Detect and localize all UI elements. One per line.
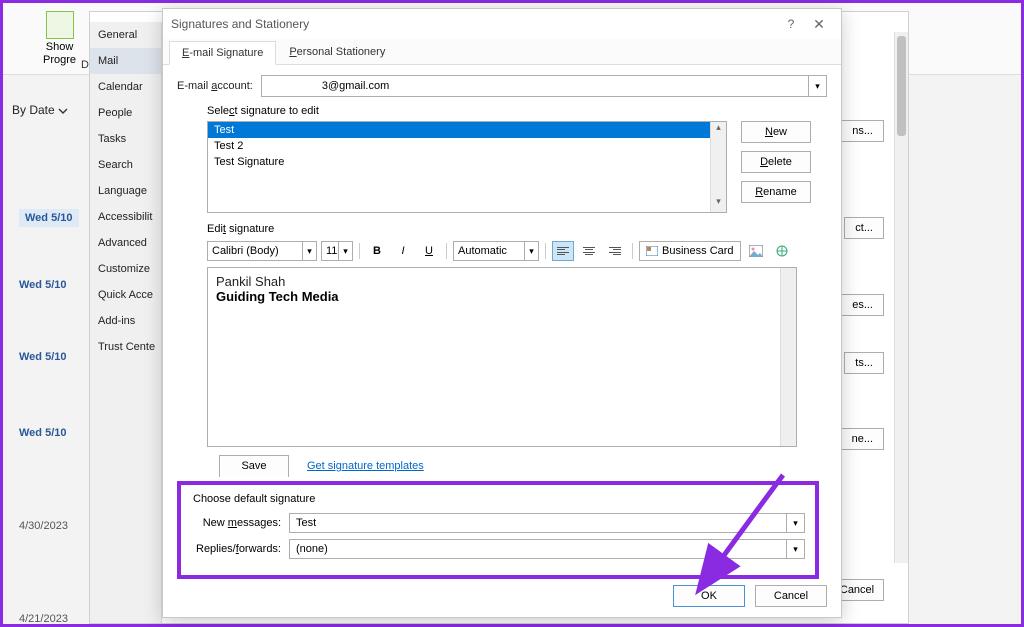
- select-signature-label: Select signature to edit: [207, 105, 827, 117]
- editor-line-2: Guiding Tech Media: [216, 289, 788, 304]
- mail-date-1[interactable]: Wed 5/10: [19, 209, 79, 227]
- delete-signature-button[interactable]: Delete: [741, 151, 811, 173]
- opt-customize[interactable]: Customize: [90, 256, 161, 282]
- edit-signature-label: Edit signature: [207, 223, 827, 235]
- opt-quick-access[interactable]: Quick Acce: [90, 282, 161, 308]
- underline-button[interactable]: U: [418, 241, 440, 261]
- new-messages-label: New messages:: [193, 517, 289, 529]
- globe-link-icon: [775, 244, 789, 258]
- opt-general[interactable]: General: [90, 22, 161, 48]
- dialog-title: Signatures and Stationery: [171, 17, 777, 31]
- new-messages-select[interactable]: Test ▾: [289, 513, 805, 533]
- insert-hyperlink-button[interactable]: [771, 241, 793, 261]
- align-center-button[interactable]: [578, 241, 600, 261]
- dialog-footer: OK Cancel: [673, 585, 827, 607]
- mail-date-gray2[interactable]: 4/21/2023: [19, 613, 68, 625]
- side-btn-5[interactable]: ne...: [841, 428, 884, 450]
- options-scrollbar[interactable]: [894, 32, 908, 563]
- dialog-tabs: E-mail Signature Personal Stationery: [163, 39, 841, 65]
- signatures-dialog: Signatures and Stationery ? ✕ E-mail Sig…: [162, 8, 842, 618]
- side-btn-4[interactable]: ts...: [844, 352, 884, 374]
- opt-people[interactable]: People: [90, 100, 161, 126]
- show-progress-label: Show Progre: [43, 41, 76, 67]
- chevron-down-icon: [58, 106, 68, 116]
- opt-accessibility[interactable]: Accessibilit: [90, 204, 161, 230]
- ok-button[interactable]: OK: [673, 585, 745, 607]
- progress-icon: [46, 11, 74, 39]
- font-size-select[interactable]: 11▾: [321, 241, 353, 261]
- email-account-label: E-mail account:: [177, 80, 253, 92]
- default-signature-section: Choose default signature New messages: T…: [177, 481, 819, 579]
- opt-mail[interactable]: Mail: [90, 48, 161, 74]
- tab-email-signature[interactable]: E-mail Signature: [169, 41, 276, 65]
- font-color-select[interactable]: Automatic▾: [453, 241, 539, 261]
- chevron-down-icon: ▾: [786, 514, 804, 532]
- save-signature-button[interactable]: Save: [219, 455, 289, 477]
- signature-list[interactable]: Test Test 2 Test Signature ▴ ▾: [207, 121, 727, 213]
- picture-icon: [749, 245, 763, 257]
- signature-editor-toolbar: Calibri (Body)▾ 11▾ B I U Automatic▾: [207, 239, 827, 263]
- signature-item-0[interactable]: Test: [208, 122, 726, 138]
- help-icon[interactable]: ?: [777, 17, 805, 31]
- options-sidebar: General Mail Calendar People Tasks Searc…: [90, 22, 162, 623]
- cancel-button[interactable]: Cancel: [755, 585, 827, 607]
- dialog-titlebar: Signatures and Stationery ? ✕: [163, 9, 841, 39]
- opt-calendar[interactable]: Calendar: [90, 74, 161, 100]
- opt-tasks[interactable]: Tasks: [90, 126, 161, 152]
- tab-personal-stationery[interactable]: Personal Stationery: [276, 40, 398, 64]
- show-progress-button[interactable]: Show Progre: [43, 11, 76, 67]
- email-account-select[interactable]: 3@gmail.com ▾: [261, 75, 827, 97]
- side-btn-2[interactable]: ct...: [844, 217, 884, 239]
- default-signature-header: Choose default signature: [193, 493, 805, 505]
- replies-forwards-label: Replies/forwards:: [193, 543, 289, 555]
- rename-signature-button[interactable]: Rename: [741, 181, 811, 203]
- scrollbar-thumb[interactable]: [897, 36, 906, 136]
- side-btn-1[interactable]: ns...: [841, 120, 884, 142]
- insert-picture-button[interactable]: [745, 241, 767, 261]
- mail-date-3[interactable]: Wed 5/10: [19, 351, 67, 363]
- mail-date-gray1[interactable]: 4/30/2023: [19, 520, 68, 532]
- card-icon: [646, 246, 658, 256]
- chevron-down-icon: ▾: [786, 540, 804, 558]
- opt-trust-center[interactable]: Trust Cente: [90, 334, 161, 360]
- mail-date-4[interactable]: Wed 5/10: [19, 427, 67, 439]
- close-icon[interactable]: ✕: [805, 16, 833, 33]
- font-family-select[interactable]: Calibri (Body)▾: [207, 241, 317, 261]
- editor-scrollbar[interactable]: [780, 268, 796, 446]
- opt-language[interactable]: Language: [90, 178, 161, 204]
- get-templates-link[interactable]: Get signature templates: [307, 460, 424, 472]
- bold-button[interactable]: B: [366, 241, 388, 261]
- business-card-button[interactable]: Business Card: [639, 241, 741, 261]
- scroll-down-icon[interactable]: ▾: [711, 196, 726, 212]
- signature-list-scrollbar[interactable]: ▴ ▾: [710, 122, 726, 212]
- opt-search[interactable]: Search: [90, 152, 161, 178]
- opt-addins[interactable]: Add-ins: [90, 308, 161, 334]
- italic-button[interactable]: I: [392, 241, 414, 261]
- new-signature-button[interactable]: New: [741, 121, 811, 143]
- align-left-button[interactable]: [552, 241, 574, 261]
- side-btn-3[interactable]: es...: [841, 294, 884, 316]
- opt-advanced[interactable]: Advanced: [90, 230, 161, 256]
- align-right-button[interactable]: [604, 241, 626, 261]
- email-account-value: 3@gmail.com: [322, 80, 389, 92]
- signature-item-2[interactable]: Test Signature: [208, 154, 726, 170]
- align-right-icon: [609, 245, 621, 257]
- editor-line-1: Pankil Shah: [216, 274, 788, 289]
- align-left-icon: [557, 245, 569, 257]
- signature-editor[interactable]: Pankil Shah Guiding Tech Media: [207, 267, 797, 447]
- mail-date-2[interactable]: Wed 5/10: [19, 279, 67, 291]
- signature-item-1[interactable]: Test 2: [208, 138, 726, 154]
- chevron-down-icon: ▾: [808, 76, 826, 96]
- sort-by-date[interactable]: By Date: [12, 103, 68, 117]
- align-center-icon: [583, 245, 595, 257]
- replies-forwards-select[interactable]: (none) ▾: [289, 539, 805, 559]
- scroll-up-icon[interactable]: ▴: [711, 122, 726, 138]
